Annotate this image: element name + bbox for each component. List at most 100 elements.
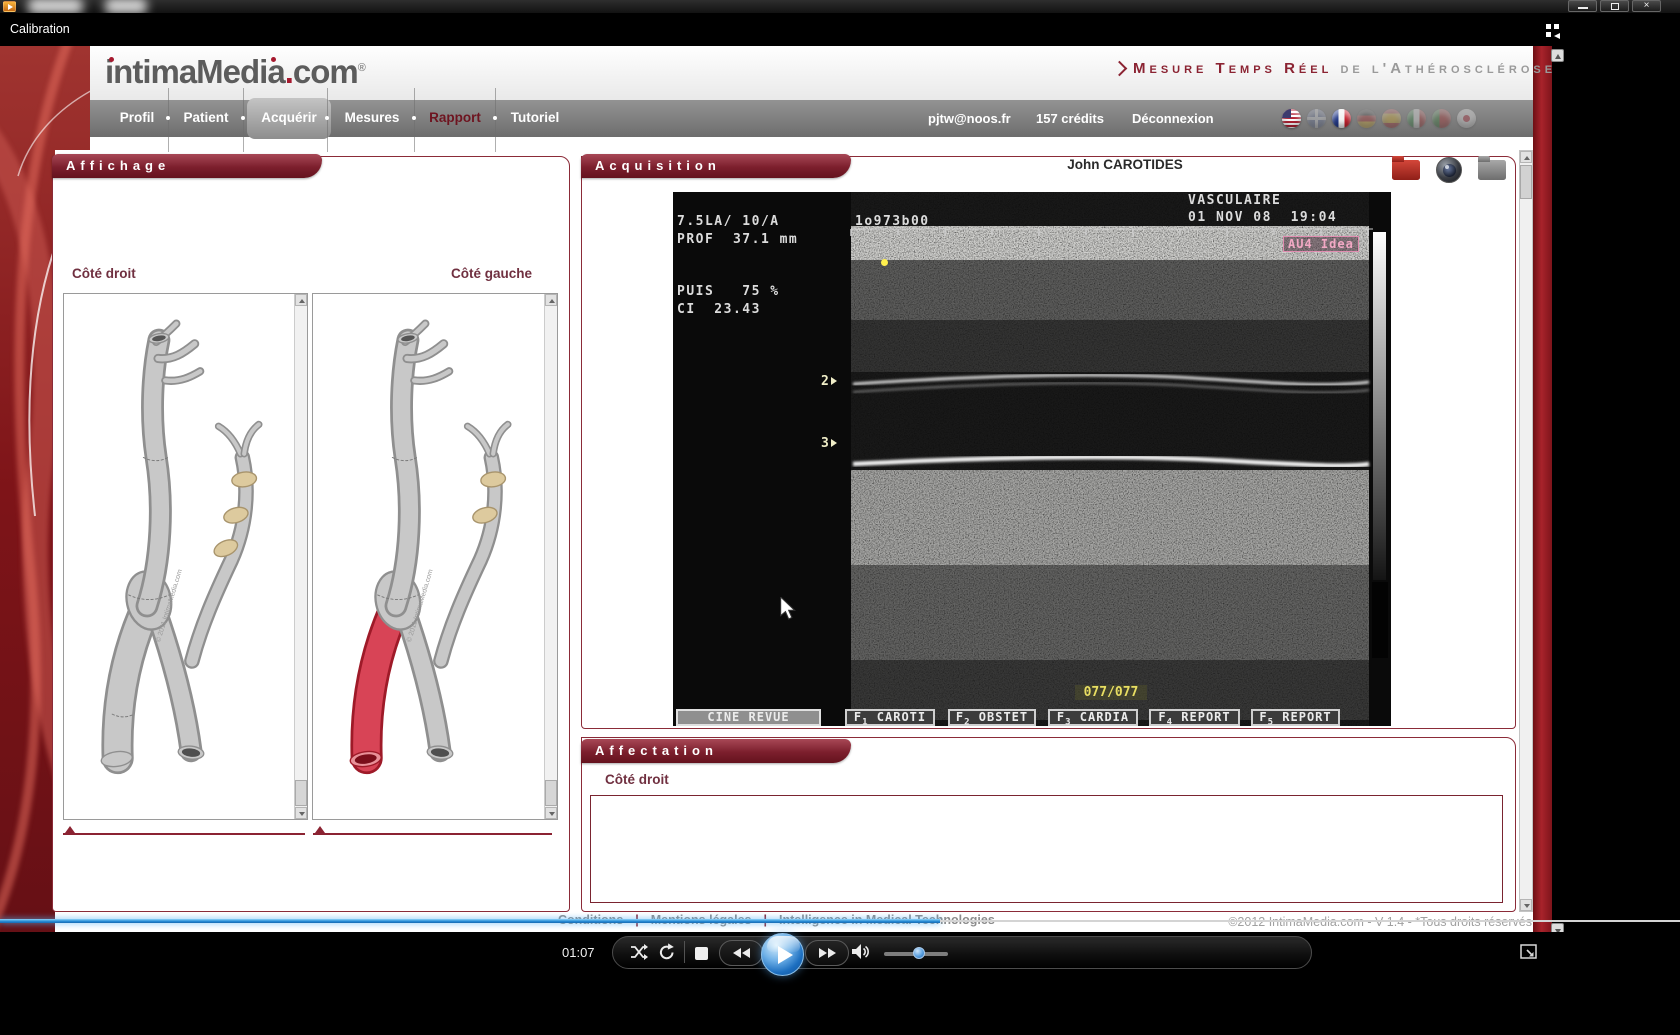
affectation-panel-title: Affectation (581, 739, 851, 763)
fast-forward-button[interactable] (805, 940, 849, 966)
video-blur-artifact (105, 0, 147, 14)
affichage-panel-title: Affichage (52, 154, 322, 178)
volume-knob[interactable] (913, 947, 925, 959)
dock-grid-icon[interactable] (1546, 24, 1561, 39)
nav-item-tutoriel[interactable]: Tutoriel (490, 110, 580, 125)
scroll-thumb[interactable] (545, 780, 557, 806)
seekbar-remaining (940, 920, 1680, 922)
app-header: intimaMedia.com® Mesure Temps Réel de l'… (90, 46, 1533, 100)
us-preset-badge: AU4 Idea (1283, 236, 1359, 252)
tagline-primary: Mesure Temps Réel (1133, 60, 1332, 77)
display-slider-right-side[interactable] (63, 833, 305, 835)
display-slider-left-side[interactable] (313, 833, 552, 835)
window-controls: × (1568, 0, 1661, 12)
window-titlebar: × (0, 0, 1680, 13)
scroll-down-icon[interactable] (545, 807, 557, 819)
nav-item-mesures[interactable]: Mesures (327, 110, 417, 125)
f2-obstet-button[interactable]: F2 OBSTET (948, 709, 1036, 726)
scroll-up-icon[interactable] (1520, 151, 1532, 163)
carotid-diagram-left-side[interactable]: © 2011 IntimaMedia.com (312, 293, 558, 820)
window-edge-strip (1533, 46, 1552, 932)
flag-es[interactable] (1382, 109, 1401, 128)
patient-exam-title: John CAROTIDES (1020, 157, 1230, 172)
restore-button[interactable] (1600, 0, 1629, 12)
flag-uk[interactable] (1307, 109, 1326, 128)
flag-it[interactable] (1407, 109, 1426, 128)
flag-fr[interactable] (1332, 109, 1351, 128)
repeat-icon[interactable] (658, 943, 676, 961)
volume-icon[interactable] (852, 944, 871, 960)
chevron-icon (1112, 61, 1128, 77)
us-depth-label: PROF 37.1 mm (677, 232, 798, 247)
minimize-button[interactable] (1568, 0, 1597, 12)
us-frame-counter: 077/077 (1075, 685, 1147, 700)
affectation-side-label: Côté droit (605, 772, 669, 787)
flag-jp[interactable] (1457, 109, 1476, 128)
f4-report-button[interactable]: F4 REPORT (1149, 709, 1240, 726)
red-folder-icon[interactable] (1392, 160, 1420, 180)
close-button[interactable]: × (1632, 0, 1661, 12)
us-datetime: 01 NOV 08 19:04 (1188, 210, 1337, 225)
diagram-scrollbar[interactable] (294, 294, 307, 819)
gray-folder-icon[interactable] (1478, 160, 1506, 180)
nav-item-patient[interactable]: Patient (161, 110, 251, 125)
video-topbar: Calibration (0, 13, 1680, 46)
nav-item-acquerir[interactable]: Acquérir (244, 110, 334, 125)
logo-red-dot (109, 57, 114, 62)
brand-logo: intimaMedia.com® (105, 53, 365, 91)
logo-red-dot (271, 57, 276, 62)
playback-time: 01:07 (562, 945, 595, 960)
scroll-down-icon[interactable] (1520, 899, 1532, 911)
affectation-list-box[interactable] (590, 795, 1503, 903)
us-marker-2: 2 (821, 374, 837, 389)
scroll-thumb[interactable] (295, 780, 307, 806)
screen: × Calibration int (0, 0, 1680, 1035)
us-exam-id: 1o973b00 (855, 214, 930, 229)
logout-link[interactable]: Déconnexion (1132, 111, 1214, 126)
scroll-up-icon[interactable] (295, 294, 307, 306)
fullscreen-icon[interactable] (1520, 944, 1537, 959)
flag-pt[interactable] (1432, 109, 1451, 128)
us-ci-label: CI 23.43 (677, 302, 761, 317)
affichage-left-label: Côté droit (72, 266, 136, 281)
logo-text: intimaMedia (105, 53, 285, 90)
stop-button[interactable] (695, 947, 708, 960)
language-switcher (1282, 109, 1476, 128)
logo-dot: . (285, 53, 293, 90)
logo-tld: com (293, 53, 358, 90)
video-blur-artifact (28, 0, 83, 14)
us-marker-3: 3 (821, 436, 837, 451)
credits-badge: 157 crédits (1036, 111, 1104, 126)
us-power-label: PUIS 75 % (677, 284, 780, 299)
video-player-bar: 01:07 (0, 932, 1680, 1035)
player-app-icon (3, 1, 16, 12)
shuffle-icon[interactable] (630, 944, 648, 960)
f5-report-button[interactable]: F5 REPORT (1251, 709, 1340, 726)
us-caliper-dot (881, 259, 888, 266)
scroll-thumb[interactable] (1520, 165, 1532, 199)
affichage-right-label: Côté gauche (451, 266, 532, 281)
logo-registered: ® (358, 62, 365, 74)
flag-us[interactable] (1282, 109, 1301, 128)
seekbar-played (0, 919, 940, 923)
acquisition-panel-title: Acquisition (581, 154, 851, 178)
video-title: Calibration (10, 13, 70, 46)
carotid-diagram-right-side[interactable]: © 2011 IntimaMedia.com (63, 293, 308, 820)
video-seekbar[interactable] (0, 919, 1680, 923)
diagram-scrollbar[interactable] (544, 294, 557, 819)
scroll-up-icon[interactable] (545, 294, 557, 306)
f1-caroti-button[interactable]: F1 CAROTI (845, 709, 935, 726)
nav-item-rapport[interactable]: Rapport (410, 110, 500, 125)
ultrasound-image[interactable]: VASCULAIRE 01 NOV 08 19:04 7.5LA/ 10/A 1… (673, 192, 1391, 726)
app-tagline: Mesure Temps Réel de l'Athérosclérose (1114, 60, 1556, 77)
mouse-cursor (778, 597, 798, 621)
scroll-down-icon[interactable] (295, 807, 307, 819)
cine-revue-button[interactable]: CINE REVUE (676, 709, 821, 726)
flag-de[interactable] (1357, 109, 1376, 128)
main-nav: Profil Patient Acquérir Mesures Rapport … (90, 100, 1533, 137)
webcam-icon[interactable] (1436, 157, 1462, 183)
f3-cardia-button[interactable]: F3 CARDIA (1048, 709, 1138, 726)
content-scrollbar[interactable] (1519, 150, 1533, 912)
play-button[interactable] (761, 933, 804, 976)
rewind-button[interactable] (719, 940, 763, 966)
